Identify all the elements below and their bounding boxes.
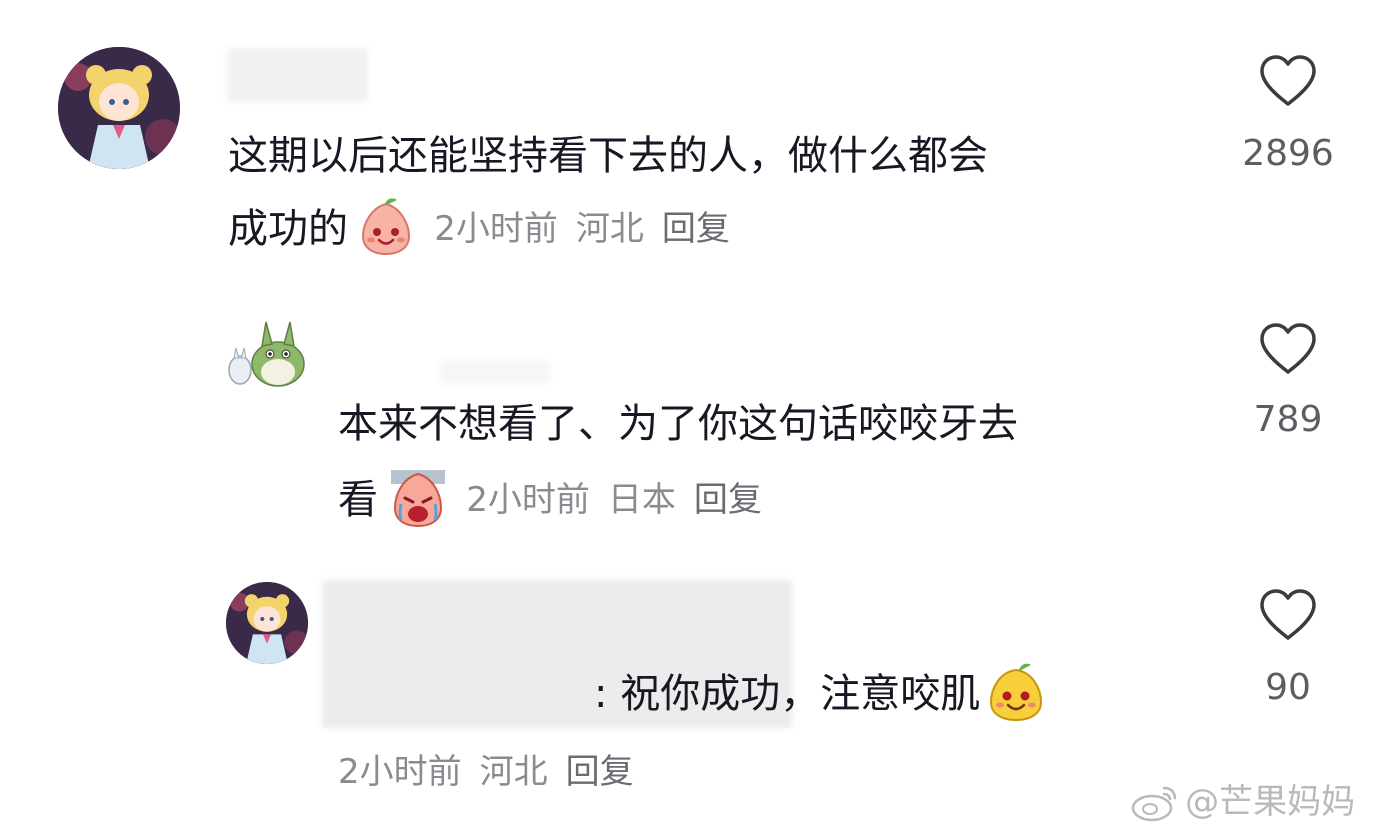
heart-icon[interactable] <box>1258 322 1318 376</box>
comment-time: 2小时前 <box>338 752 462 792</box>
comment-2: 本来不想看了、为了你这句话咬咬牙去 看 2小时前 日本 回复 789 <box>0 300 1380 560</box>
like-count: 2896 <box>1242 133 1334 174</box>
like-count: 789 <box>1253 399 1323 440</box>
comment-location: 日本 <box>607 480 676 520</box>
comment-meta: 2小时前 河北 回复 <box>338 754 634 790</box>
smiling-mango-emoji-icon <box>987 662 1045 726</box>
username-redacted <box>228 48 368 102</box>
comment-location: 河北 <box>575 209 644 249</box>
weibo-icon <box>1131 786 1177 822</box>
like-group: 2896 <box>1228 54 1348 172</box>
comment-text-line-2: 成功的 <box>228 206 348 252</box>
like-count: 90 <box>1265 667 1311 708</box>
comment-location: 河北 <box>479 752 548 792</box>
avatar[interactable] <box>226 318 310 388</box>
watermark-handle: @芒果妈妈 <box>1185 782 1356 822</box>
reply-button[interactable]: 回复 <box>662 209 730 249</box>
comment-meta: 2小时前 日本 回复 <box>466 480 762 520</box>
crying-peach-emoji-icon <box>389 468 447 532</box>
comment-text-line-1: : 祝你成功，注意咬肌 <box>594 671 981 717</box>
username-redacted <box>440 360 550 384</box>
avatar-anime-girl-icon <box>58 47 180 169</box>
heart-icon[interactable] <box>1258 588 1318 642</box>
blush-peach-emoji-icon <box>357 198 415 260</box>
comment-text-line-1: 本来不想看了、为了你这句话咬咬牙去 <box>338 401 1018 447</box>
reply-button[interactable]: 回复 <box>566 752 634 792</box>
comment-time: 2小时前 <box>434 209 558 249</box>
heart-icon[interactable] <box>1258 54 1318 108</box>
avatar-totoro-icon <box>228 321 305 387</box>
comment-meta: 2小时前 河北 回复 <box>434 209 730 249</box>
watermark: @芒果妈妈 <box>1130 782 1355 822</box>
comment-line-1: : 祝你成功，注意咬肌 <box>594 662 1045 726</box>
comment-line-2: 看 2小时前 日本 回复 <box>338 468 762 534</box>
like-group: 789 <box>1228 322 1348 438</box>
reply-button[interactable]: 回复 <box>694 480 762 520</box>
like-group: 90 <box>1228 588 1348 706</box>
avatar-anime-girl-icon <box>226 582 308 664</box>
avatar[interactable] <box>58 47 180 169</box>
avatar[interactable] <box>226 582 308 664</box>
comment-1: 这期以后还能坚持看下去的人，做什么都会 成功的 2小时前 河北 回复 2896 <box>0 0 1380 300</box>
comment-line-2: 成功的 2小时前 河北 回复 <box>228 198 730 268</box>
comment-text-line-1: 这期以后还能坚持看下去的人，做什么都会 <box>228 133 988 179</box>
comment-time: 2小时前 <box>466 480 590 520</box>
comment-text-line-2: 看 <box>338 477 378 523</box>
